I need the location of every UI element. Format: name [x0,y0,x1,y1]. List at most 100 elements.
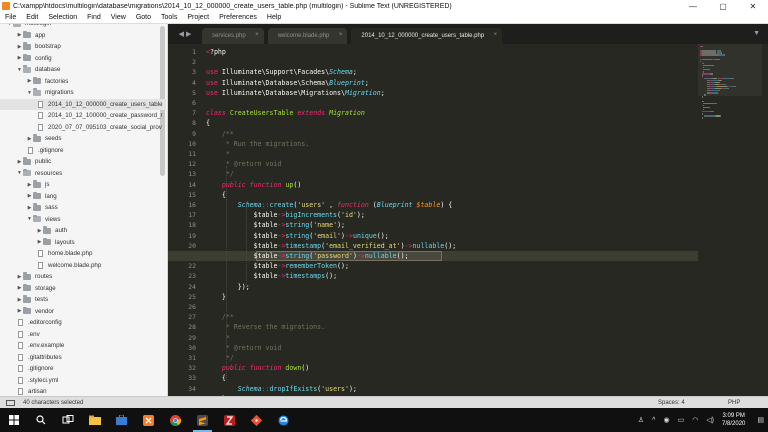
git-icon[interactable] [243,408,270,432]
people-icon[interactable]: ♙ [638,416,644,424]
editor-tab[interactable]: 2014_10_12_000000_create_users_table.php… [351,28,503,44]
close-button[interactable]: ✕ [738,2,768,11]
sidebar-file[interactable]: artisan [0,386,166,396]
sidebar-file[interactable]: 2014_10_12_000000_create_users_table [0,98,166,110]
sidebar-folder[interactable]: ▶ factories [0,76,166,88]
indentation-status[interactable]: Spaces: 4 [658,400,728,406]
sidebar-file[interactable]: .styleci.yml [0,375,166,387]
collapsed-arrow-icon[interactable]: ▶ [26,78,33,84]
network-icon[interactable]: ◠ [692,416,698,424]
sidebar-folder[interactable]: ▶ tests [0,294,166,306]
battery-icon[interactable]: ▭ [678,416,685,424]
collapsed-arrow-icon[interactable]: ▶ [26,193,33,199]
collapsed-arrow-icon[interactable]: ▶ [16,44,23,50]
sidebar-file[interactable]: home.blade.php [0,248,166,260]
collapsed-arrow-icon[interactable]: ▶ [26,205,33,211]
sidebar-file[interactable]: welcome.blade.php [0,260,166,272]
collapsed-arrow-icon[interactable]: ▶ [36,239,43,245]
menu-find[interactable]: Find [82,14,106,21]
menu-edit[interactable]: Edit [21,14,43,21]
minimize-button[interactable]: — [678,2,708,11]
panel-toggle-icon[interactable] [6,399,15,406]
expanded-arrow-icon[interactable]: ▼ [26,216,33,222]
sidebar-folder[interactable]: ▶ js [0,179,166,191]
notification-app-icon[interactable]: ◉ [663,416,669,424]
sidebar-folder[interactable]: ▼ resources [0,168,166,180]
sublime-text-icon[interactable] [189,408,216,432]
sidebar-folder[interactable]: ▶ vendor [0,306,166,318]
expanded-arrow-icon[interactable]: ▼ [26,90,33,96]
sidebar-file[interactable]: .gitattributes [0,352,166,364]
sidebar-folder[interactable]: ▶ app [0,30,166,42]
editor-tab[interactable]: services.php × [202,28,264,44]
sidebar-file[interactable]: .env.example [0,340,166,352]
collapsed-arrow-icon[interactable]: ▶ [16,285,23,291]
collapsed-arrow-icon[interactable]: ▶ [36,228,43,234]
filezilla-icon[interactable] [216,408,243,432]
menu-help[interactable]: Help [262,14,286,21]
menu-file[interactable]: File [0,14,21,21]
collapsed-arrow-icon[interactable]: ▶ [16,32,23,38]
sidebar-folder[interactable]: ▶ auth [0,225,166,237]
tab-dropdown-icon[interactable]: ▼ [753,30,760,37]
search-icon[interactable] [27,408,54,432]
expanded-arrow-icon[interactable]: ▼ [16,170,23,176]
menu-preferences[interactable]: Preferences [214,14,262,21]
xampp-icon[interactable] [135,408,162,432]
collapsed-arrow-icon[interactable]: ▶ [16,297,23,303]
edge-icon[interactable] [270,408,297,432]
code-view[interactable]: <?php use Illuminate\Support\Facades\Sche… [206,44,696,396]
chrome-icon[interactable] [162,408,189,432]
tab-nav-arrows[interactable]: ◀ ▶ [168,24,202,44]
menu-selection[interactable]: Selection [43,14,82,21]
menu-tools[interactable]: Tools [156,14,182,21]
sidebar-folder[interactable]: ▶ seeds [0,133,166,145]
sidebar-folder[interactable]: ▶ routes [0,271,166,283]
file-explorer-icon[interactable] [81,408,108,432]
sidebar-folder[interactable]: ▶ lang [0,191,166,203]
menu-goto[interactable]: Goto [131,14,156,21]
sidebar-folder[interactable]: ▶ sass [0,202,166,214]
expanded-arrow-icon[interactable]: ▼ [16,67,23,73]
tab-close-icon[interactable]: × [494,32,498,38]
sidebar-folder[interactable]: ▶ public [0,156,166,168]
sidebar-folder[interactable]: ▼ database [0,64,166,76]
collapsed-arrow-icon[interactable]: ▶ [16,274,23,280]
sidebar-folder[interactable]: ▶ config [0,53,166,65]
editor-tab[interactable]: welcome.blade.php × [267,28,348,44]
code-token: * [206,150,230,158]
store-icon[interactable] [108,408,135,432]
sidebar-file[interactable]: 2020_07_07_095103_create_social_prov [0,122,166,134]
sidebar-file[interactable]: .editorconfig [0,317,166,329]
maximize-button[interactable]: ▢ [708,2,738,11]
tab-close-icon[interactable]: × [255,32,259,38]
tree-item-label: factories [45,77,69,85]
collapsed-arrow-icon[interactable]: ▶ [16,159,23,165]
sidebar-folder[interactable]: ▶ layouts [0,237,166,249]
task-view-icon[interactable] [54,408,81,432]
menu-view[interactable]: View [106,14,131,21]
sidebar-folder[interactable]: ▶ storage [0,283,166,295]
sidebar-folder[interactable]: ▼ migrations [0,87,166,99]
collapsed-arrow-icon[interactable]: ▶ [26,182,33,188]
clock[interactable]: 3:09 PM 7/8/2020 [722,412,745,428]
sidebar-folder[interactable]: ▶ bootstrap [0,41,166,53]
collapsed-arrow-icon[interactable]: ▶ [16,308,23,314]
expanded-arrow-icon[interactable]: ▼ [6,24,13,27]
collapsed-arrow-icon[interactable]: ▶ [26,136,33,142]
sidebar-file[interactable]: 2014_10_12_100000_create_password_r [0,110,166,122]
sidebar-file[interactable]: .env [0,329,166,341]
menu-project[interactable]: Project [182,14,214,21]
tab-close-icon[interactable]: × [339,32,343,38]
minimap[interactable] [698,44,762,124]
sidebar-file[interactable]: .gitignore [0,363,166,375]
syntax-status[interactable]: PHP [728,400,768,406]
action-center-icon[interactable]: ▤ [757,416,764,424]
sidebar-file[interactable]: .gitignore [0,145,166,157]
windows-start-icon[interactable] [0,408,27,432]
collapsed-arrow-icon[interactable]: ▶ [16,55,23,61]
code-token: down [285,364,302,373]
volume-icon[interactable]: ◁) [706,416,714,424]
sidebar-folder[interactable]: ▼ views [0,214,166,226]
chevron-up-icon[interactable]: ^ [652,417,655,424]
